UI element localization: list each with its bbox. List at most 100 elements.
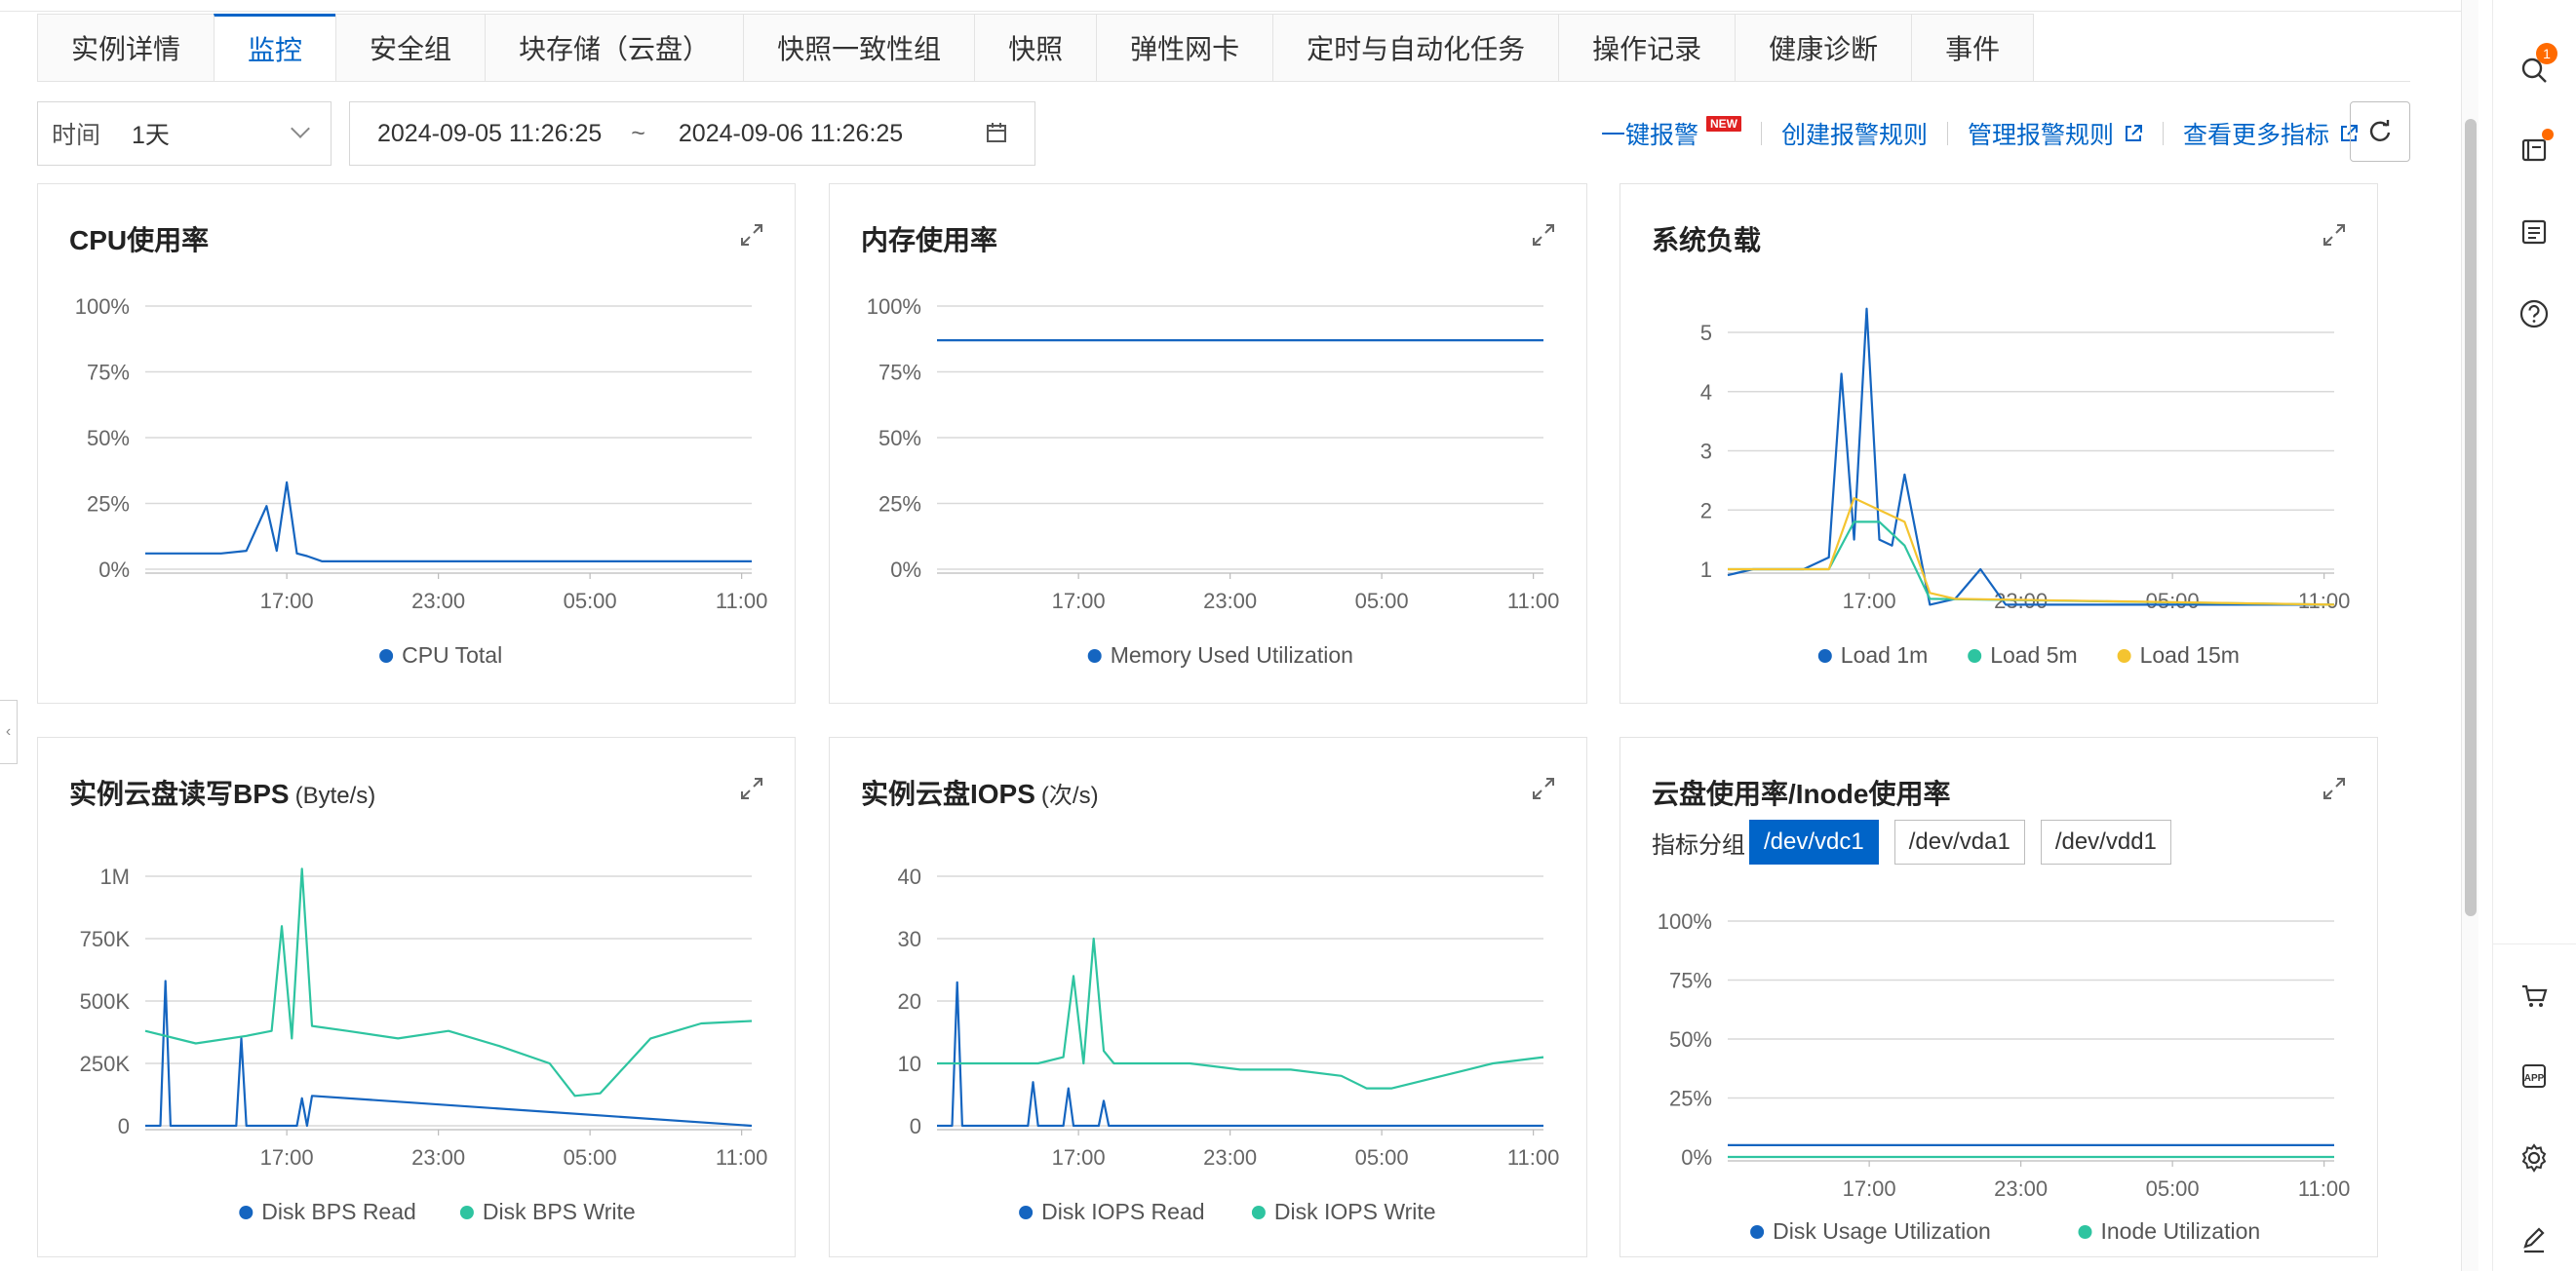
x-tick-label: 11:00 [716,1145,767,1170]
y-tick-label: 50% [878,426,921,450]
series-line-2 [144,867,753,1098]
gear-icon[interactable] [2509,1133,2559,1183]
legend-label: Load 1m [1841,642,1929,668]
book-icon[interactable] [2509,125,2559,175]
manage-alarm-rules-label: 管理报警规则 [1967,122,2114,149]
one-click-alarm-link[interactable]: 一键报警 NEW [1601,116,1741,151]
notification-dot [2542,129,2554,140]
legend-marker [1817,649,1832,663]
memory-usage-chart: 100% 75% 50% 25% 0% 17:00 23:00 05:00 11:00 Memor… [867,294,1560,668]
series-line-1 [145,980,753,1128]
page-scrollbar[interactable] [2461,0,2478,1271]
tab-health-diagnosis[interactable]: 健康诊断 [1735,14,1912,82]
disk-iops-chart: 40 30 20 10 0 17:00 23:00 05:00 11:00 Disk IOPS R… [898,865,1560,1224]
tabs-underline [37,81,2410,82]
x-tick-label: 17:00 [260,589,314,613]
header-strip [0,0,2461,12]
x-tick-label: 23:00 [411,1145,465,1170]
checklist-icon[interactable] [2509,207,2559,257]
x-tick-label: 11:00 [1507,589,1559,613]
y-tick-label: 250K [80,1052,131,1076]
date-range-picker[interactable]: 2024-09-05 11:26:25 ~ 2024-09-06 11:26:2… [349,101,1035,166]
legend-marker [379,649,394,663]
y-tick-label: 750K [80,927,131,951]
edit-icon[interactable] [2509,1214,2559,1265]
search-icon[interactable]: 1 [2509,43,2559,96]
y-tick-label: 100% [1658,909,1712,934]
x-tick-label: 11:00 [2298,589,2350,613]
svg-text:APP: APP [2524,1073,2545,1084]
more-metrics-link[interactable]: 查看更多指标 [2183,116,2359,151]
one-click-alarm-label: 一键报警 [1600,122,1698,149]
tab-scheduled-tasks[interactable]: 定时与自动化任务 [1272,14,1559,82]
y-tick-label: 25% [878,492,921,517]
x-tick-label: 05:00 [2146,1176,2200,1201]
legend-marker [459,1206,474,1219]
y-tick-label: 10 [898,1052,921,1076]
refresh-button[interactable] [2350,101,2410,162]
notification-badge: 1 [2536,43,2557,64]
tab-block-storage[interactable]: 块存储（云盘） [485,14,744,82]
y-tick-label: 20 [898,989,921,1014]
x-tick-label: 05:00 [1355,589,1409,613]
x-tick-label: 17:00 [1843,1176,1896,1201]
x-tick-label: 05:00 [1355,1145,1409,1170]
divider [1946,122,1948,145]
divider [2162,122,2164,145]
y-tick-label: 0 [910,1114,921,1138]
y-tick-label: 25% [87,492,130,517]
collapse-handle[interactable]: ‹ [0,700,18,764]
disk-bps-card: 实例云盘读写BPS (Byte/s) 1M 750K 500K 250K 0 17:00 23… [37,737,796,1257]
create-alarm-rule-link[interactable]: 创建报警规则 [1781,116,1928,151]
refresh-icon [2369,120,2391,141]
x-tick-label: 11:00 [2298,1176,2350,1201]
y-tick-label: 500K [80,989,131,1014]
calendar-icon [987,123,1006,142]
y-tick-label: 50% [1669,1027,1712,1052]
tab-monitoring[interactable]: 监控 [214,14,336,82]
new-badge: NEW [1705,116,1741,132]
legend-label: Disk BPS Read [261,1199,416,1224]
x-tick-label: 05:00 [564,1145,617,1170]
tab-snapshot-consistency-group[interactable]: 快照一致性组 [743,14,975,82]
y-tick-label: 1 [1700,558,1712,582]
app-icon[interactable]: APP [2509,1051,2559,1101]
app-root: 实例详情 监控 安全组 块存储（云盘） 快照一致性组 快照 弹性网卡 定时与自动… [0,0,2576,1271]
x-tick-label: 11:00 [1507,1145,1559,1170]
right-toolbar: 1 APP [2492,0,2576,1271]
tab-snapshots[interactable]: 快照 [974,14,1097,82]
cart-icon[interactable] [2509,971,2559,1021]
more-metrics-label: 查看更多指标 [2182,122,2329,149]
help-icon[interactable] [2509,289,2559,339]
y-tick-label: 2 [1700,498,1712,522]
x-tick-label: 17:00 [1843,589,1896,613]
legend-label: Disk IOPS Write [1274,1199,1436,1224]
date-end: 2024-09-06 11:26:25 [678,119,904,147]
cpu-usage-chart: 100% 75% 50% 25% 0% 17:00 23:00 05:00 11:00 CPU T… [75,294,768,668]
scrollbar-thumb[interactable] [2465,119,2477,916]
y-tick-label: 0% [98,558,130,582]
legend-label: Memory Used Utilization [1111,642,1353,668]
cpu-usage-card: CPU使用率 100% 75% 50% 25% 0% 17:00 23:00 05:00 11:… [37,183,796,704]
tab-events[interactable]: 事件 [1911,14,2035,82]
external-link-icon [2125,125,2142,141]
manage-alarm-rules-link[interactable]: 管理报警规则 [1968,116,2143,151]
series-line-1 [145,481,752,562]
instance-tabs: 实例详情 监控 安全组 块存储（云盘） 快照一致性组 快照 弹性网卡 定时与自动… [37,14,2035,82]
tab-operation-log[interactable]: 操作记录 [1558,14,1736,82]
system-load-chart: 5432117:00 23:00 05:00 11:00Load 1m Load 5m L… [1700,307,2350,668]
date-start: 2024-09-05 11:26:25 [377,119,603,147]
x-tick-label: 17:00 [1052,589,1106,613]
y-tick-label: 0% [890,558,921,582]
legend-marker [2078,1225,2092,1239]
tab-eni[interactable]: 弹性网卡 [1096,14,1273,82]
series-line-2 [937,937,1544,1090]
tab-security-group[interactable]: 安全组 [335,14,486,82]
y-tick-label: 100% [867,294,921,319]
legend-label: Disk IOPS Read [1041,1199,1204,1224]
tab-instance-details[interactable]: 实例详情 [37,14,215,82]
time-range-select[interactable]: 时间 1天 [37,101,332,166]
legend-label: Load 15m [2140,642,2240,668]
y-tick-label: 4 [1700,380,1712,404]
series-line-1 [937,981,1543,1128]
